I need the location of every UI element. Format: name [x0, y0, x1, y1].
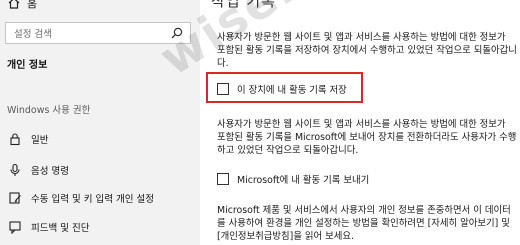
microphone-icon — [10, 163, 20, 176]
checkbox-label: Microsoft에 내 활동 기록 보내기 — [237, 175, 370, 186]
main-content: 작업 기록 사용자가 방문한 웹 사이트 및 앱과 서비스를 사용하는 방법에 … — [200, 0, 520, 245]
settings-sidebar: 홈 설정 검색 개인 정보 Windows 사용 권한 일반 음성 명령 수동 … — [0, 0, 200, 245]
checkbox-box[interactable] — [217, 83, 229, 95]
feedback-icon — [9, 221, 21, 234]
sidebar-item-label: 음성 명령 — [31, 166, 69, 177]
home-label: 홈 — [27, 0, 38, 10]
activity-history-send-checkbox[interactable]: Microsoft에 내 활동 기록 보내기 — [217, 172, 369, 186]
sidebar-item-speech[interactable]: 음성 명령 — [0, 160, 200, 180]
checkbox-label: 이 장치에 내 활동 기록 저장 — [237, 85, 347, 96]
search-input[interactable]: 설정 검색 — [5, 22, 191, 44]
pen-icon — [9, 192, 21, 204]
section-title: 개인 정보 — [7, 60, 48, 71]
sidebar-item-label: 일반 — [31, 135, 49, 146]
sidebar-item-feedback[interactable]: 피드백 및 진단 — [0, 217, 200, 237]
search-icon[interactable] — [171, 27, 183, 39]
search-placeholder: 설정 검색 — [14, 29, 52, 40]
home-icon — [8, 0, 20, 9]
sidebar-item-inking-typing[interactable]: 수동 입력 및 키 입력 개인 설정 — [0, 188, 200, 208]
sidebar-home[interactable]: 홈 — [0, 0, 200, 13]
sidebar-item-label: 피드백 및 진단 — [31, 223, 90, 234]
description-paragraph: 사용자가 방문한 웹 사이트 및 앱과 서비스를 사용하는 방법에 대한 정보가… — [217, 119, 517, 156]
privacy-info-paragraph: Microsoft 제품 및 서비스에서 사용자의 개인 정보를 존중하면서 이… — [217, 205, 511, 242]
sidebar-item-general[interactable]: 일반 — [0, 129, 200, 149]
lock-icon — [10, 133, 20, 146]
permissions-header: Windows 사용 권한 — [7, 105, 91, 116]
sidebar-item-label: 수동 입력 및 키 입력 개인 설정 — [31, 194, 154, 205]
page-title: 작업 기록 — [211, 0, 276, 10]
activity-history-store-checkbox[interactable]: 이 장치에 내 활동 기록 저장 — [217, 82, 347, 96]
checkbox-box[interactable] — [217, 173, 229, 185]
description-paragraph: 사용자가 방문한 웹 사이트 및 앱과 서비스를 사용하는 방법에 대한 정보가… — [217, 32, 517, 69]
